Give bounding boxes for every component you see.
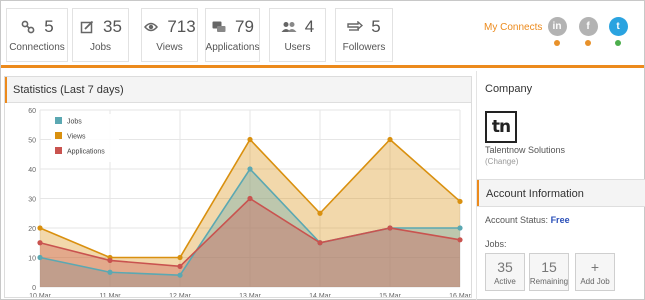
legend-label-views: Views bbox=[67, 134, 86, 141]
jobs-label: Jobs: bbox=[485, 239, 507, 249]
connections-icon bbox=[20, 19, 36, 35]
header-accent bbox=[477, 180, 479, 206]
twitter-status-dot bbox=[615, 40, 621, 46]
data-point-views bbox=[37, 225, 43, 231]
y-tick-label: 10 bbox=[28, 256, 36, 263]
right-sidebar: Company tn Talentnow Solutions (Change) … bbox=[476, 71, 645, 300]
data-point-applications bbox=[317, 240, 323, 246]
add-job-button[interactable]: + Add Job bbox=[575, 253, 615, 291]
linkedin-connect[interactable]: in bbox=[547, 17, 567, 47]
stat-users[interactable]: 4 Users bbox=[269, 8, 326, 62]
company-title: Company bbox=[485, 83, 533, 95]
stat-label: Connections bbox=[9, 42, 65, 53]
x-tick-label: 12 Mar bbox=[169, 293, 191, 297]
y-tick-label: 60 bbox=[28, 108, 36, 115]
x-tick-label: 16 Mar bbox=[449, 293, 471, 297]
legend-swatch-jobs bbox=[55, 117, 62, 124]
account-status: Account Status: Free bbox=[485, 215, 570, 225]
account-status-label: Account Status: bbox=[485, 215, 549, 225]
data-point-jobs bbox=[107, 269, 113, 275]
data-point-jobs bbox=[457, 225, 463, 231]
data-point-views bbox=[387, 136, 393, 143]
twitter-connect[interactable]: t bbox=[608, 17, 628, 47]
y-tick-label: 30 bbox=[28, 197, 36, 204]
top-stats-bar: 5 Connections 35 Jobs 713 Views 79 Appli… bbox=[1, 1, 644, 68]
company-name: Talentnow Solutions bbox=[485, 145, 566, 155]
data-point-applications bbox=[457, 237, 463, 243]
stat-value: 5 bbox=[371, 17, 381, 36]
data-point-jobs bbox=[37, 254, 43, 261]
data-point-views bbox=[177, 254, 183, 261]
stat-jobs[interactable]: 35 Jobs bbox=[72, 8, 129, 62]
data-point-applications bbox=[387, 225, 393, 231]
data-point-views bbox=[247, 136, 253, 143]
y-tick-label: 20 bbox=[28, 226, 36, 233]
add-job-label: Add Job bbox=[580, 276, 610, 286]
jobs-icon bbox=[79, 19, 95, 35]
legend-label-applications: Applications bbox=[67, 149, 105, 156]
active-jobs-label: Active bbox=[494, 276, 516, 286]
stat-followers[interactable]: 5 Followers bbox=[335, 8, 393, 62]
remaining-jobs-count: 15 bbox=[541, 258, 557, 275]
stat-value: 4 bbox=[304, 17, 315, 36]
y-tick-label: 0 bbox=[32, 285, 36, 292]
stat-label: Followers bbox=[342, 42, 386, 53]
data-point-applications bbox=[177, 263, 183, 269]
data-point-jobs bbox=[247, 166, 253, 172]
linkedin-icon[interactable]: in bbox=[547, 17, 567, 36]
data-point-applications bbox=[247, 195, 253, 202]
users-icon bbox=[281, 19, 297, 35]
legend-swatch-views bbox=[55, 132, 62, 139]
stat-label: Views bbox=[156, 42, 183, 53]
change-company-link[interactable]: (Change) bbox=[485, 157, 518, 166]
stat-applications[interactable]: 79 Applications bbox=[205, 8, 260, 62]
remaining-jobs-label: Remaining bbox=[529, 276, 569, 286]
my-connects-label[interactable]: My Connects bbox=[484, 22, 542, 33]
twitter-icon[interactable]: t bbox=[608, 17, 628, 36]
stat-label: Users bbox=[284, 42, 311, 53]
stat-views[interactable]: 713 Views bbox=[141, 8, 198, 62]
account-info-header: Account Information bbox=[477, 179, 645, 207]
add-job-plus-icon: + bbox=[590, 258, 600, 275]
remaining-jobs-box[interactable]: 15 Remaining bbox=[529, 253, 569, 291]
data-point-views bbox=[317, 210, 323, 216]
stat-label: Jobs bbox=[89, 42, 112, 53]
legend-label-jobs: Jobs bbox=[67, 119, 82, 126]
data-point-applications bbox=[107, 257, 113, 264]
data-point-jobs bbox=[177, 272, 183, 278]
data-point-views bbox=[457, 198, 463, 205]
applications-icon bbox=[211, 19, 227, 35]
stat-value: 35 bbox=[103, 17, 122, 36]
facebook-icon[interactable]: f bbox=[578, 17, 598, 36]
linkedin-status-dot bbox=[554, 40, 560, 46]
x-tick-label: 13 Mar bbox=[239, 293, 261, 297]
y-tick-label: 40 bbox=[28, 167, 36, 174]
stat-value: 79 bbox=[235, 17, 254, 36]
stat-label: Applications bbox=[205, 42, 260, 53]
active-jobs-box[interactable]: 35 Active bbox=[485, 253, 525, 291]
stat-value: 5 bbox=[44, 17, 54, 36]
statistics-chart: 0 10 20 30 40 50 60 10 Mar 11 Mar 12 Mar 13 Mar 14 … bbox=[28, 108, 471, 297]
facebook-status-dot bbox=[585, 40, 591, 46]
followers-icon bbox=[347, 19, 364, 35]
account-info-title: Account Information bbox=[486, 188, 584, 200]
x-tick-label: 11 Mar bbox=[99, 293, 121, 297]
x-tick-label: 15 Mar bbox=[379, 293, 401, 297]
stat-connections[interactable]: 5 Connections bbox=[6, 8, 68, 62]
account-status-value: Free bbox=[550, 215, 570, 225]
active-jobs-count: 35 bbox=[497, 258, 513, 275]
views-icon bbox=[143, 19, 159, 35]
data-point-applications bbox=[37, 240, 43, 246]
y-tick-label: 50 bbox=[28, 138, 36, 145]
x-tick-label: 10 Mar bbox=[29, 293, 51, 297]
x-tick-label: 14 Mar bbox=[309, 293, 331, 297]
facebook-connect[interactable]: f bbox=[578, 17, 598, 47]
statistics-panel: Statistics (Last 7 days) 0 10 20 30 40 50 60 10… bbox=[4, 76, 472, 298]
legend-swatch-applications bbox=[55, 147, 62, 154]
company-logo: tn bbox=[485, 111, 517, 143]
stat-value: 713 bbox=[167, 17, 196, 36]
company-logo-text: tn bbox=[491, 117, 511, 137]
